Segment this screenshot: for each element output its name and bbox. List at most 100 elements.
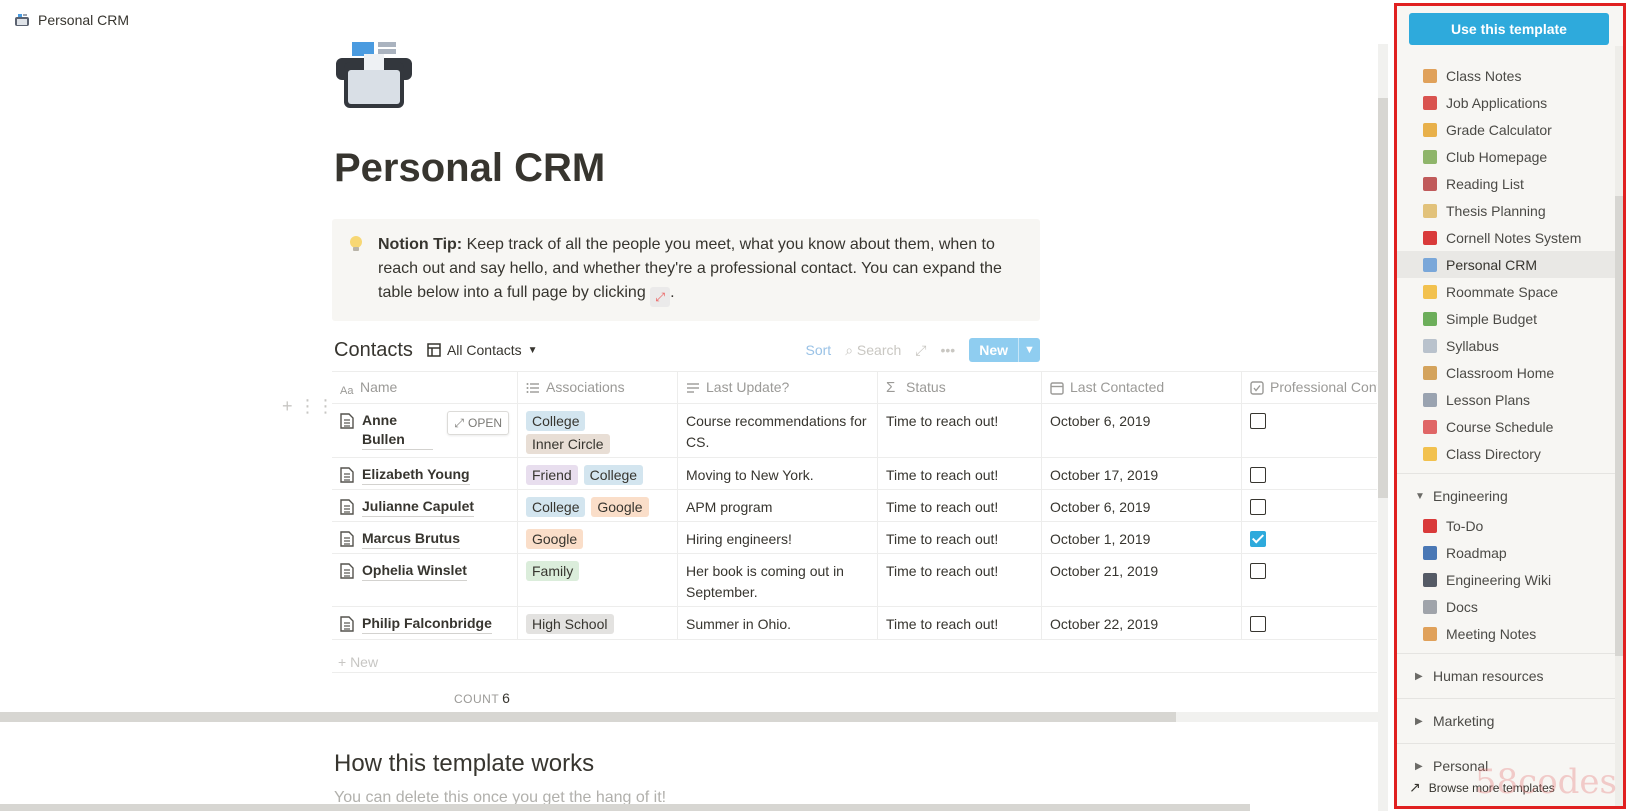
use-template-button[interactable]: Use this template [1409, 13, 1609, 45]
professional-checkbox[interactable] [1250, 499, 1266, 515]
sidebar-item-class-directory[interactable]: Class Directory [1397, 440, 1623, 467]
table-row[interactable]: Ophelia Winslet Family Her book is comin… [332, 554, 1377, 607]
column-header-associations[interactable]: Associations [518, 372, 678, 403]
scrollbar-thumb[interactable] [0, 712, 1176, 722]
sidebar-item-club-homepage[interactable]: Club Homepage [1397, 143, 1623, 170]
add-row-icon[interactable]: + [282, 396, 293, 417]
contact-name[interactable]: Ophelia Winslet [362, 561, 467, 581]
drag-handle-icon[interactable]: ⋮⋮ [299, 396, 335, 417]
sidebar-group[interactable]: ▶ Marketing [1397, 705, 1623, 737]
last-contacted-cell[interactable]: October 22, 2019 [1042, 607, 1242, 639]
professional-cell[interactable] [1242, 404, 1377, 457]
last-update-cell[interactable]: Course recommendations for CS. [678, 404, 878, 457]
view-switcher[interactable]: All Contacts ▼ [427, 342, 538, 358]
table-row[interactable]: Anne Bullen ⤢ OPEN College Inner Circle C… [332, 404, 1377, 458]
table-row[interactable]: Julianne Capulet College Google APM prog… [332, 490, 1377, 522]
last-contacted-cell[interactable]: October 17, 2019 [1042, 458, 1242, 489]
chevron-down-icon[interactable]: ▼ [1018, 338, 1040, 362]
contact-name[interactable]: Anne Bullen [362, 411, 434, 450]
sidebar-item-engineering-wiki[interactable]: Engineering Wiki [1397, 566, 1623, 593]
contact-name[interactable]: Marcus Brutus [362, 529, 461, 549]
professional-checkbox[interactable] [1250, 616, 1266, 632]
sidebar-item-reading-list[interactable]: Reading List [1397, 170, 1623, 197]
sidebar-item-docs[interactable]: Docs [1397, 593, 1623, 620]
table-horizontal-scrollbar[interactable] [0, 712, 1378, 722]
database-title[interactable]: Contacts [334, 339, 413, 362]
status-cell[interactable]: Time to reach out! [878, 554, 1042, 606]
last-update-cell[interactable]: Summer in Ohio. [678, 607, 878, 639]
expand-icon[interactable]: ⤢ [915, 342, 926, 359]
topbar-breadcrumb[interactable]: Personal CRM [14, 10, 129, 30]
sidebar-item-personal-crm[interactable]: Personal CRM [1397, 251, 1623, 278]
column-header-name[interactable]: Aa Name [332, 372, 518, 403]
last-update-cell[interactable]: Hiring engineers! [678, 522, 878, 553]
sidebar-item-job-applications[interactable]: Job Applications [1397, 89, 1623, 116]
professional-cell[interactable] [1242, 458, 1377, 489]
add-new-row-button[interactable]: + New [338, 654, 378, 670]
sidebar-item-thesis-planning[interactable]: Thesis Planning [1397, 197, 1623, 224]
new-record-button[interactable]: New ▼ [969, 338, 1040, 362]
last-contacted-cell[interactable]: October 21, 2019 [1042, 554, 1242, 606]
professional-checkbox[interactable] [1250, 467, 1266, 483]
name-cell[interactable]: Anne Bullen ⤢ OPEN [332, 404, 518, 457]
sidebar-item-meeting-notes[interactable]: Meeting Notes [1397, 620, 1623, 647]
column-header-status[interactable]: Σ Status [878, 372, 1042, 403]
sidebar-item-classroom-home[interactable]: Classroom Home [1397, 359, 1623, 386]
associations-cell[interactable]: College Google [518, 490, 678, 521]
professional-cell[interactable] [1242, 554, 1377, 606]
status-cell[interactable]: Time to reach out! [878, 458, 1042, 489]
column-header-professional[interactable]: Professional Cont [1242, 372, 1377, 403]
table-row[interactable]: Elizabeth Young Friend College Moving to… [332, 458, 1377, 490]
name-cell[interactable]: Julianne Capulet [332, 490, 518, 521]
sidebar-group[interactable]: ▶ Human resources [1397, 660, 1623, 692]
status-cell[interactable]: Time to reach out! [878, 522, 1042, 553]
last-contacted-cell[interactable]: October 6, 2019 [1042, 490, 1242, 521]
professional-checkbox-checked[interactable] [1250, 531, 1266, 547]
scrollbar-thumb[interactable] [1378, 98, 1388, 498]
name-cell[interactable]: Philip Falconbridge [332, 607, 518, 639]
associations-cell[interactable]: Google [518, 522, 678, 553]
sort-button[interactable]: Sort [806, 342, 832, 358]
name-cell[interactable]: Ophelia Winslet [332, 554, 518, 606]
sidebar-scrollbar[interactable] [1615, 46, 1623, 806]
contact-name[interactable]: Julianne Capulet [362, 497, 475, 517]
contact-name[interactable]: Philip Falconbridge [362, 614, 492, 634]
associations-cell[interactable]: Friend College [518, 458, 678, 489]
table-row[interactable]: Philip Falconbridge High School Summer i… [332, 607, 1377, 640]
column-header-last-contacted[interactable]: Last Contacted [1042, 372, 1242, 403]
sidebar-item-roadmap[interactable]: Roadmap [1397, 539, 1623, 566]
name-cell[interactable]: Elizabeth Young [332, 458, 518, 489]
contact-name[interactable]: Elizabeth Young [362, 465, 470, 485]
last-contacted-cell[interactable]: October 6, 2019 [1042, 404, 1242, 457]
associations-cell[interactable]: College Inner Circle [518, 404, 678, 457]
table-row[interactable]: Marcus Brutus Google Hiring engineers! T… [332, 522, 1377, 554]
sidebar-item-syllabus[interactable]: Syllabus [1397, 332, 1623, 359]
card-index-icon[interactable] [334, 40, 414, 110]
sidebar-item-roommate-space[interactable]: Roommate Space [1397, 278, 1623, 305]
sidebar-item-grade-calculator[interactable]: Grade Calculator [1397, 116, 1623, 143]
name-cell[interactable]: Marcus Brutus [332, 522, 518, 553]
professional-cell[interactable] [1242, 490, 1377, 521]
professional-checkbox[interactable] [1250, 563, 1266, 579]
count-footer[interactable]: COUNT 6 [454, 690, 510, 706]
sidebar-item-cornell-notes-system[interactable]: Cornell Notes System [1397, 224, 1623, 251]
sidebar-item-lesson-plans[interactable]: Lesson Plans [1397, 386, 1623, 413]
associations-cell[interactable]: High School [518, 607, 678, 639]
professional-checkbox[interactable] [1250, 413, 1266, 429]
status-cell[interactable]: Time to reach out! [878, 490, 1042, 521]
professional-cell[interactable] [1242, 607, 1377, 639]
sidebar-item-class-notes[interactable]: Class Notes [1397, 62, 1623, 89]
last-update-cell[interactable]: Her book is coming out in September. [678, 554, 878, 606]
professional-cell[interactable] [1242, 522, 1377, 553]
sidebar-item-to-do[interactable]: To-Do [1397, 512, 1623, 539]
more-icon[interactable]: ••• [940, 342, 955, 358]
sidebar-item-course-schedule[interactable]: Course Schedule [1397, 413, 1623, 440]
scrollbar-thumb[interactable] [1615, 196, 1623, 656]
status-cell[interactable]: Time to reach out! [878, 607, 1042, 639]
status-cell[interactable]: Time to reach out! [878, 404, 1042, 457]
sidebar-group[interactable]: ▼ Engineering [1397, 480, 1623, 512]
search-button[interactable]: ⌕ Search [845, 342, 901, 359]
sidebar-item-simple-budget[interactable]: Simple Budget [1397, 305, 1623, 332]
column-header-last-update[interactable]: Last Update? [678, 372, 878, 403]
bottom-horizontal-scrollbar[interactable] [0, 804, 1250, 811]
